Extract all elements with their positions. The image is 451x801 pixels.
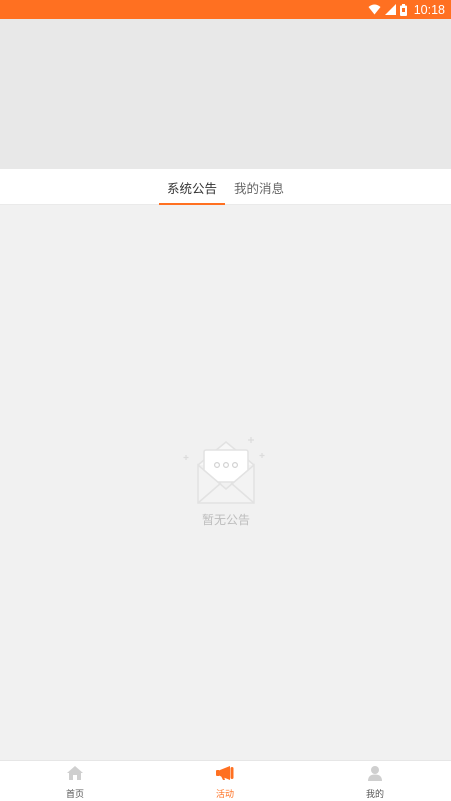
signal-icon [384,4,396,15]
nav-activity[interactable]: 活动 [185,761,265,801]
wifi-icon [368,4,381,15]
nav-home-label: 首页 [65,790,84,800]
status-time: 10:18 [413,2,445,17]
envelope-icon [176,437,276,507]
nav-home[interactable]: 首页 [35,761,115,801]
status-bar: 10:18 [0,0,451,19]
battery-icon [399,3,407,16]
home-icon [66,765,84,785]
banner-placeholder[interactable] [0,19,451,169]
megaphone-icon [215,765,235,785]
tab-my-messages[interactable]: 我的消息 [231,169,287,205]
nav-mine[interactable]: 我的 [335,761,415,801]
notice-list: 暂无公告 [0,205,451,760]
bottom-navigation: 首页 活动 我的 [0,760,451,801]
tab-system-notice[interactable]: 系统公告 [159,169,225,205]
notice-tabs: 系统公告 我的消息 [0,169,451,205]
nav-mine-label: 我的 [365,790,384,800]
empty-state: 暂无公告 [176,437,276,528]
user-icon [367,765,383,785]
nav-activity-label: 活动 [215,790,234,800]
tab-system-notice-label: 系统公告 [166,180,217,196]
tab-my-messages-label: 我的消息 [233,180,284,196]
empty-state-text: 暂无公告 [201,513,250,527]
